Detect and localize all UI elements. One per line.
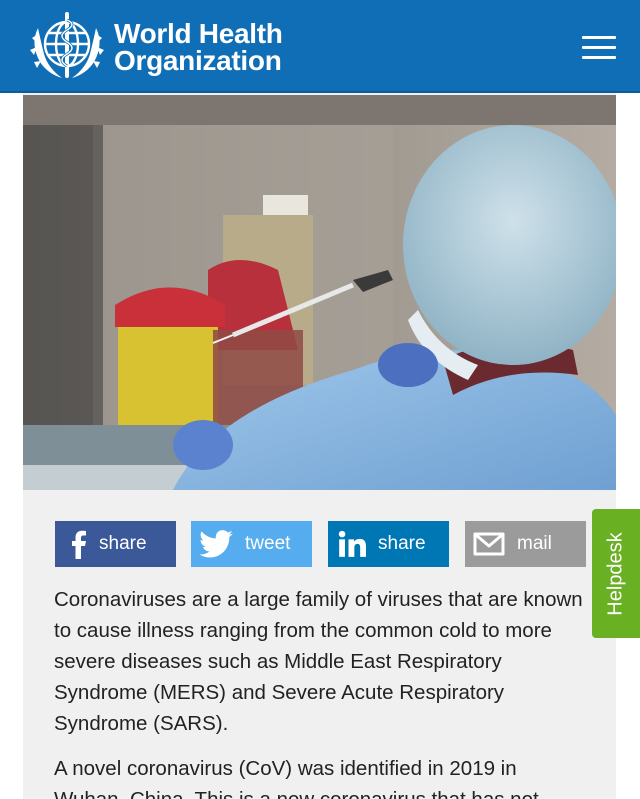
facebook-icon	[69, 529, 87, 559]
email-share-button[interactable]: mail	[465, 521, 586, 567]
who-emblem-icon[interactable]	[24, 8, 110, 84]
lab-photo	[23, 95, 616, 490]
article-paragraph: A novel coronavirus (CoV) was identified…	[54, 757, 539, 799]
helpdesk-tab[interactable]: Helpdesk	[592, 509, 640, 638]
logo-line-2: Organization	[114, 45, 282, 76]
page: World Health Organization share tweet sh…	[0, 0, 640, 799]
site-logo-text[interactable]: World Health Organization	[114, 18, 283, 76]
facebook-share-button[interactable]: share	[55, 521, 176, 567]
hamburger-menu-icon[interactable]	[580, 32, 618, 62]
logo-line-1: World Health	[114, 18, 283, 49]
article-paragraph: Coronaviruses are a large family of viru…	[54, 588, 583, 735]
twitter-tweet-button[interactable]: tweet	[191, 521, 312, 567]
linkedin-share-label: share	[378, 533, 426, 554]
twitter-bird-icon	[199, 530, 233, 558]
email-share-label: mail	[517, 533, 552, 554]
site-header: World Health Organization	[0, 0, 640, 93]
linkedin-icon	[338, 530, 366, 558]
twitter-tweet-label: tweet	[245, 533, 291, 554]
linkedin-share-button[interactable]: share	[328, 521, 449, 567]
envelope-icon	[473, 532, 505, 556]
helpdesk-label: Helpdesk	[604, 531, 627, 616]
facebook-share-label: share	[99, 533, 147, 554]
